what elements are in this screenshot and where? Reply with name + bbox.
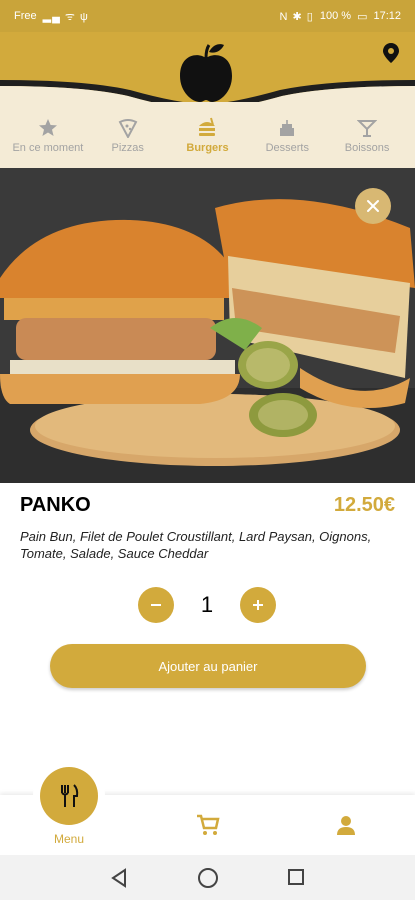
star-icon (38, 119, 57, 136)
user-icon[interactable] (335, 814, 357, 836)
quantity-value: 1 (200, 592, 214, 617)
system-nav-bar (0, 855, 415, 900)
product-price: 12.50€ (333, 494, 395, 516)
nav-menu-button[interactable] (40, 767, 98, 825)
product-photo (0, 168, 415, 483)
tab-label: Burgers (186, 142, 229, 154)
cocktail-icon (357, 120, 378, 137)
tab-label: Pizzas (111, 142, 144, 154)
add-to-cart-button[interactable]: Ajouter au panier (50, 644, 366, 688)
location-pin-icon[interactable] (381, 42, 401, 64)
tab-label: Desserts (265, 142, 309, 154)
cake-icon (280, 120, 295, 136)
decrease-quantity-button[interactable] (138, 587, 174, 623)
battery-icon: ▭ (357, 10, 368, 23)
pizza-icon (118, 119, 138, 138)
back-icon[interactable] (110, 868, 128, 888)
tab-boissons[interactable]: Boissons (327, 102, 407, 168)
signal-wifi-icons: ▂▄ ᯤ ψ (42, 10, 89, 23)
category-tabs: En ce moment Pizzas Burgers Desserts Boi… (0, 102, 415, 168)
apple-logo-icon (180, 44, 232, 102)
recents-icon[interactable] (287, 868, 305, 886)
plus-icon (253, 600, 263, 610)
tab-burgers[interactable]: Burgers (168, 102, 248, 168)
close-button[interactable] (355, 188, 391, 224)
quantity-stepper: 1 (138, 586, 276, 624)
cart-icon[interactable] (196, 814, 220, 836)
close-icon (367, 200, 379, 212)
product-name: PANKO (20, 494, 91, 516)
home-icon[interactable] (197, 867, 219, 889)
tab-en-ce-moment[interactable]: En ce moment (8, 102, 88, 168)
burger-icon (199, 117, 216, 136)
product-description: Pain Bun, Filet de Poulet Croustillant, … (20, 529, 372, 561)
clock: 17:12 (373, 10, 401, 22)
tab-pizzas[interactable]: Pizzas (88, 102, 168, 168)
status-bar: Free ▂▄ ᯤ ψ N ✱ ▯ 100 % ▭ 17:12 (0, 0, 415, 32)
tab-label: Boissons (344, 142, 390, 154)
increase-quantity-button[interactable] (240, 587, 276, 623)
nfc-bluetooth-vibrate-icons: N ✱ ▯ (279, 10, 314, 23)
cutlery-icon (61, 784, 79, 807)
tab-desserts[interactable]: Desserts (247, 102, 327, 168)
nav-menu-label: Menu (53, 832, 85, 846)
tab-label: En ce moment (12, 142, 84, 154)
carrier-label: Free (14, 10, 37, 22)
minus-icon (151, 604, 161, 606)
battery-percent: 100 % (319, 10, 352, 22)
